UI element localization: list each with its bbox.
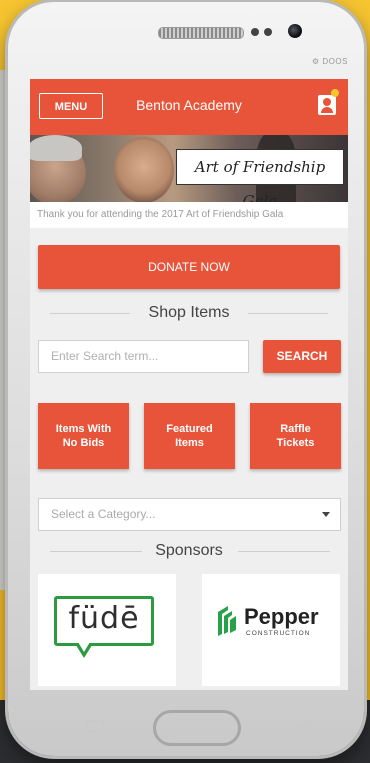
shop-items-title: Shop Items: [142, 304, 236, 321]
items-no-bids-button[interactable]: Items With No Bids: [38, 403, 129, 469]
speaker-grille: [158, 27, 244, 39]
raffle-tickets-button[interactable]: Raffle Tickets: [250, 403, 341, 469]
user-icon[interactable]: [318, 95, 336, 115]
page-title: Benton Academy: [136, 97, 242, 113]
divider: [238, 551, 330, 552]
search-input[interactable]: Enter Search term...: [38, 340, 249, 373]
front-camera: [288, 24, 302, 38]
fude-logo: füdē: [54, 596, 158, 664]
fude-logo-text: füdē: [68, 601, 140, 636]
pepper-logo-name: Pepper: [244, 604, 319, 629]
tile-label: Raffle Tickets: [276, 423, 315, 449]
gala-title: Art of Friendship Gala: [194, 158, 326, 202]
notification-badge: [331, 89, 339, 97]
menu-key-icon[interactable]: [86, 720, 104, 732]
app-header: MENU Benton Academy: [30, 79, 348, 135]
divider: [50, 551, 142, 552]
category-placeholder: Select a Category...: [51, 507, 156, 521]
search-button[interactable]: SEARCH: [263, 340, 341, 373]
back-key-icon[interactable]: ↩: [296, 718, 308, 735]
donate-button[interactable]: DONATE NOW: [38, 245, 340, 289]
tile-label: Featured Items: [166, 423, 213, 449]
fude-logo-tail-inner: [78, 642, 90, 652]
banner-photo-person: [30, 135, 86, 202]
chevron-down-icon: [322, 512, 330, 517]
sensor-dot: [251, 28, 259, 36]
app-screen: MENU Benton Academy Art of Friendship Ga…: [30, 79, 348, 690]
tile-label: Items With No Bids: [55, 423, 112, 449]
user-icon-head: [323, 98, 331, 106]
gala-title-card: Art of Friendship Gala: [176, 149, 344, 202]
event-banner[interactable]: Art of Friendship Gala: [30, 135, 348, 202]
featured-items-button[interactable]: Featured Items: [144, 403, 235, 469]
sponsors-heading: Sponsors: [30, 542, 348, 560]
sponsors-title: Sponsors: [149, 542, 229, 559]
shop-items-heading: Shop Items: [30, 304, 348, 322]
divider: [248, 313, 328, 314]
pepper-logo-icon: [218, 606, 236, 636]
category-select[interactable]: Select a Category...: [38, 498, 341, 531]
banner-photo-person: [114, 137, 174, 202]
sponsor-card-fude[interactable]: füdē: [38, 574, 176, 686]
thanks-message: Thank you for attending the 2017 Art of …: [30, 202, 348, 228]
device-brand: ⚙ DOOS: [312, 57, 348, 66]
divider: [50, 313, 130, 314]
home-button[interactable]: [153, 710, 241, 746]
sponsor-card-pepper[interactable]: Pepper CONSTRUCTION: [202, 574, 340, 686]
user-icon-body: [321, 107, 333, 113]
sensor-dot: [264, 28, 272, 36]
pepper-logo-subtitle: CONSTRUCTION: [246, 630, 311, 637]
